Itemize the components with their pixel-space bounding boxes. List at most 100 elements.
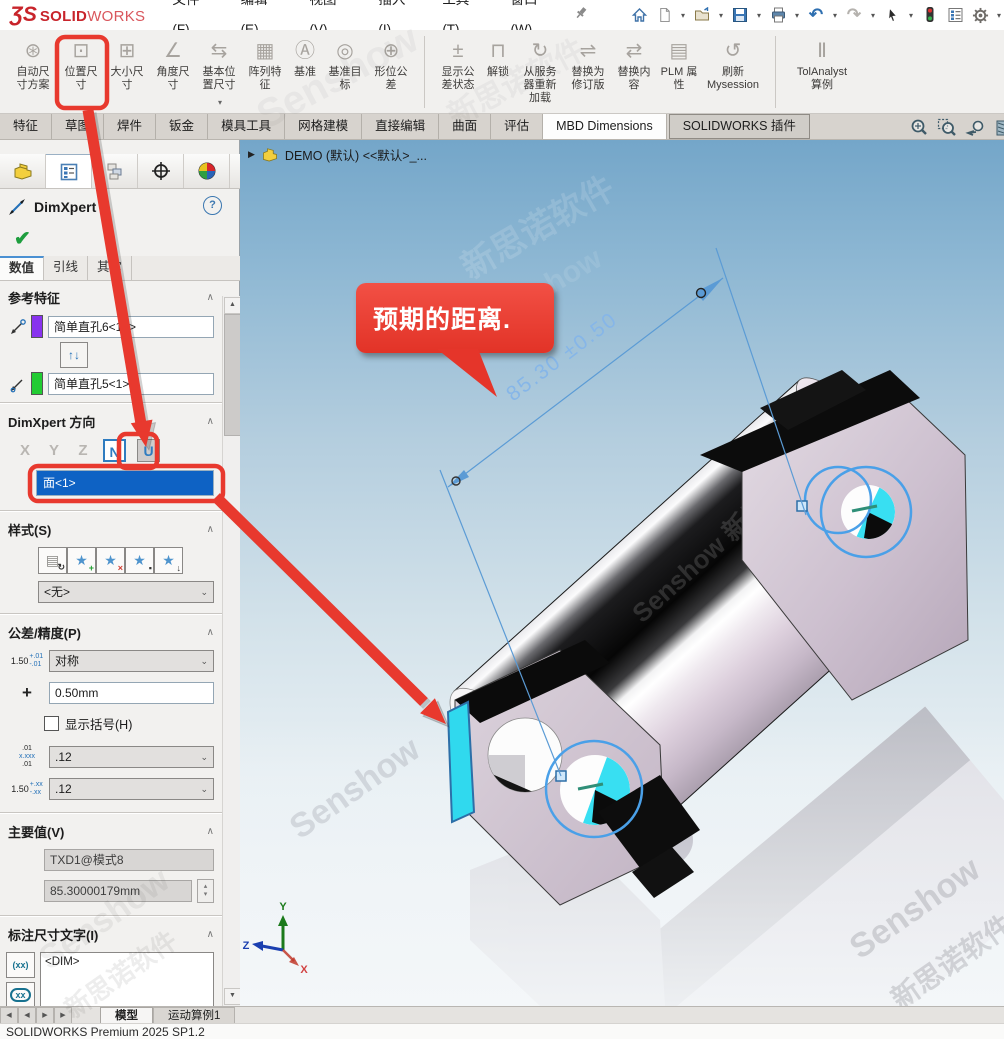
value-spinner[interactable]: ▴▾ xyxy=(197,879,214,903)
ribbon-button-refresh-mysession[interactable]: ↺刷新 Mysession xyxy=(701,36,765,92)
select-cursor-caret[interactable]: ▾ xyxy=(906,11,916,20)
spinner-down-icon[interactable]: ▾ xyxy=(204,891,208,899)
spinner-up-icon[interactable]: ▴ xyxy=(204,883,208,891)
undo-caret[interactable]: ▾ xyxy=(830,11,840,20)
direction-selection-field[interactable]: 面<1> xyxy=(36,470,214,496)
new-document-icon[interactable] xyxy=(653,4,675,26)
ribbon-button-datum[interactable]: Ⓐ基准 xyxy=(288,36,322,79)
print-icon[interactable] xyxy=(767,4,789,26)
pin-menu-icon[interactable] xyxy=(574,6,588,25)
unit-precision-dropdown[interactable]: .12⌄ xyxy=(49,746,214,768)
ribbon-button-angle-dimension[interactable]: ∠角度尺 寸 xyxy=(150,36,196,92)
ribbon-button-location-dimension[interactable]: ⊡位置尺 寸 xyxy=(58,36,104,92)
options-caret[interactable]: ▾ xyxy=(994,11,1004,20)
ribbon-button-unlock[interactable]: ⊓解锁 xyxy=(481,36,515,79)
undo-icon[interactable]: ↶ xyxy=(805,4,827,26)
open-icon[interactable] xyxy=(691,4,713,26)
tab-scroll-next-icon[interactable]: ▶ xyxy=(36,1007,54,1024)
tolerance-precision-dropdown[interactable]: .12⌄ xyxy=(49,778,214,800)
tab-scroll-prev-icon[interactable]: ◀ xyxy=(18,1007,36,1024)
tab-evaluate[interactable]: 评估 xyxy=(491,114,543,139)
tab-scroll-first-icon[interactable]: ◀ xyxy=(0,1007,18,1024)
axis-u-option[interactable]: U xyxy=(137,439,160,462)
ribbon-button-datum-target[interactable]: ◎基准目 标 xyxy=(322,36,368,92)
scroll-down-icon[interactable]: ▼ xyxy=(224,988,241,1005)
swap-features-button[interactable]: ↑↓ xyxy=(60,342,88,368)
collapse-icon[interactable]: ∧ xyxy=(207,524,214,535)
save-caret[interactable]: ▾ xyxy=(754,11,764,20)
reference-feature2-field[interactable]: 简单直孔5<1> xyxy=(48,373,214,395)
tree-expand-icon[interactable]: ▶ xyxy=(248,149,255,160)
tab-mbd-dimensions[interactable]: MBD Dimensions xyxy=(543,114,667,139)
task-pane-list-icon[interactable] xyxy=(944,4,966,26)
tab-display-manager[interactable] xyxy=(184,154,230,188)
ribbon-button-plm-properties[interactable]: ▤PLM 属 性 xyxy=(657,36,701,92)
tab-model[interactable]: 模型 xyxy=(100,1007,153,1024)
show-parentheses-checkbox[interactable] xyxy=(44,716,59,731)
ribbon-flyout-arrow[interactable]: ▾ xyxy=(218,98,222,107)
ribbon-button-basic-location-dimension[interactable]: ⇆基本位 置尺寸 xyxy=(196,36,242,92)
tolerance-value-input[interactable]: 0.50mm xyxy=(49,682,214,704)
style-load-button[interactable]: ★↓ xyxy=(154,547,183,574)
tab-direct-editing[interactable]: 直接编辑 xyxy=(362,114,439,139)
tab-property-manager[interactable] xyxy=(46,154,92,188)
style-apply-default-button[interactable]: ▤↻ xyxy=(38,547,67,574)
tab-surfaces[interactable]: 曲面 xyxy=(439,114,491,139)
redo-caret[interactable]: ▾ xyxy=(868,11,878,20)
tab-configuration-manager[interactable] xyxy=(92,154,138,188)
section-view-icon[interactable] xyxy=(992,118,1004,138)
tab-solidworks-addins[interactable]: SOLIDWORKS 插件 xyxy=(669,114,810,139)
ribbon-button-replace-content[interactable]: ⇄替换内 容 xyxy=(611,36,657,92)
tab-sketch[interactable]: 草图 xyxy=(52,114,104,139)
ribbon-button-show-tolerance-status[interactable]: ±显示公 差状态 xyxy=(435,36,481,92)
axis-n-option[interactable]: N xyxy=(103,439,126,462)
dimension-text-area[interactable]: <DIM> xyxy=(40,952,214,1006)
new-document-caret[interactable]: ▾ xyxy=(678,11,688,20)
options-gear-icon[interactable] xyxy=(969,4,991,26)
tab-mesh-modeling[interactable]: 网格建模 xyxy=(285,114,362,139)
reference-feature1-field[interactable]: 简单直孔6<10> xyxy=(48,316,214,338)
print-caret[interactable]: ▾ xyxy=(792,11,802,20)
scroll-up-icon[interactable]: ▲ xyxy=(224,297,241,314)
open-caret[interactable]: ▾ xyxy=(716,11,726,20)
ribbon-button-tolanalyst-study[interactable]: ⅡTolAnalyst 算例 xyxy=(786,36,858,92)
zoom-to-area-icon[interactable] xyxy=(936,118,958,138)
collapse-icon[interactable]: ∧ xyxy=(207,416,214,427)
tolerance-type-dropdown[interactable]: 对称⌄ xyxy=(49,650,214,672)
ribbon-button-geometric-tolerance[interactable]: ⊕形位公 差 xyxy=(368,36,414,92)
style-save-button[interactable]: ★▪ xyxy=(125,547,154,574)
ribbon-button-size-dimension[interactable]: ⊞大小尺 寸 xyxy=(104,36,150,92)
dim-text-prefix-icon[interactable]: (xx) xyxy=(6,952,35,978)
tab-mold-tools[interactable]: 模具工具 xyxy=(208,114,285,139)
panel-scrollbar[interactable]: ▲ ▼ xyxy=(222,296,240,1006)
subtab-leaders[interactable]: 引线 xyxy=(44,256,88,280)
collapse-icon[interactable]: ∧ xyxy=(207,826,214,837)
help-icon[interactable]: ? xyxy=(203,196,222,215)
rebuild-traffic-light-icon[interactable] xyxy=(919,4,941,26)
feature-tree-root[interactable]: ▶ DEMO (默认) <<默认>_... xyxy=(248,145,427,164)
dim-text-justify-icon[interactable]: xx xyxy=(6,982,35,1006)
previous-view-icon[interactable] xyxy=(964,118,986,138)
collapse-icon[interactable]: ∧ xyxy=(207,292,214,303)
tab-sheet-metal[interactable]: 钣金 xyxy=(156,114,208,139)
tab-motion-study[interactable]: 运动算例1 xyxy=(153,1007,235,1024)
style-delete-button[interactable]: ★× xyxy=(96,547,125,574)
ok-check-icon[interactable]: ✔ xyxy=(14,228,31,250)
ribbon-button-reload-from-server[interactable]: ↻从服务 器重新 加载 xyxy=(515,36,565,105)
tab-weldments[interactable]: 焊件 xyxy=(104,114,156,139)
save-icon[interactable] xyxy=(729,4,751,26)
tab-feature-manager[interactable] xyxy=(0,154,46,188)
scrollbar-thumb[interactable] xyxy=(224,314,241,436)
style-add-button[interactable]: ★+ xyxy=(67,547,96,574)
collapse-icon[interactable]: ∧ xyxy=(207,627,214,638)
graphics-viewport[interactable]: Senshow 新思诺软件 xyxy=(240,140,1004,1006)
subtab-other[interactable]: 其它 xyxy=(88,256,132,280)
zoom-to-fit-icon[interactable] xyxy=(908,118,930,138)
ribbon-button-auto-dimension-scheme[interactable]: ⊛自动尺 寸方案 xyxy=(8,36,58,92)
style-dropdown[interactable]: <无>⌄ xyxy=(38,581,214,603)
subtab-value[interactable]: 数值 xyxy=(0,256,44,280)
collapse-icon[interactable]: ∧ xyxy=(207,929,214,940)
home-icon[interactable] xyxy=(628,4,650,26)
tab-scroll-last-icon[interactable]: ▶ xyxy=(54,1007,72,1024)
ribbon-button-pattern-feature[interactable]: ▦阵列特 征 xyxy=(242,36,288,92)
